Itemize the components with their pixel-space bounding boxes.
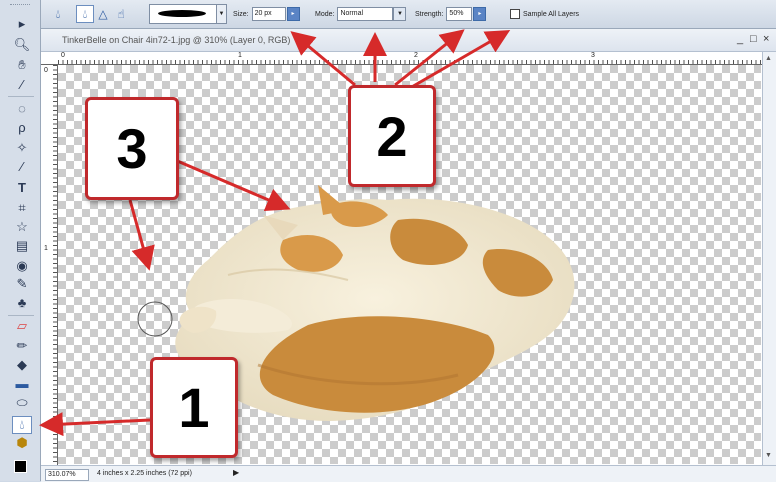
strength-label: Strength: — [415, 10, 444, 18]
type-tool-icon[interactable]: T — [13, 180, 31, 196]
sharpen-icon[interactable]: △ — [94, 5, 112, 23]
move-tool-icon[interactable]: ▸ — [13, 16, 31, 32]
document-title: TinkerBelle on Chair 4in72-1.jpg @ 310% … — [62, 35, 291, 45]
healing-brush-tool-icon[interactable]: ✎ — [13, 276, 31, 292]
zoom-field[interactable]: 310.07% — [45, 469, 89, 481]
scroll-down-icon[interactable]: ▼ — [765, 452, 772, 459]
lasso-tool-icon[interactable]: ρ — [13, 120, 31, 136]
red-eye-tool-icon[interactable]: ◉ — [13, 258, 31, 274]
paint-bucket-tool-icon[interactable]: ◆ — [13, 357, 31, 373]
toolbox: ▸ 🔍︎ ✋︎ ⁄ ◌ ρ ✧ ⁄ T ⌗ ☆ ▤ ◉ ✎ ♣ ▱ ✏︎ ◆ ▬… — [0, 0, 41, 481]
strength-input[interactable]: 50% — [446, 7, 473, 21]
foreground-color-swatch[interactable] — [14, 460, 27, 473]
document-titlebar[interactable]: TinkerBelle on Chair 4in72-1.jpg @ 310% … — [41, 29, 776, 52]
minimize-button[interactable]: _ — [737, 33, 743, 45]
ruler-number: 3 — [591, 52, 595, 59]
brush-cursor-icon — [137, 301, 173, 337]
size-input[interactable]: 20 px — [251, 7, 286, 21]
mode-dropdown-icon[interactable]: ▼ — [393, 7, 407, 21]
magic-wand-tool-icon[interactable]: ✧ — [13, 140, 31, 156]
sample-all-layers-label: Sample All Layers — [523, 10, 580, 18]
tool-preset-icon[interactable]: 💧︎ — [49, 0, 67, 28]
sponge-tool-icon[interactable]: ⬢ — [13, 435, 31, 451]
hand-tool-icon[interactable]: ✋︎ — [13, 57, 31, 73]
ruler-number: 0 — [44, 67, 48, 74]
info-menu-icon[interactable]: ▶ — [233, 468, 239, 477]
callout-3: 3 — [85, 97, 179, 200]
ruler-number: 1 — [44, 245, 48, 252]
zoom-tool-icon[interactable]: 🔍︎ — [13, 37, 31, 53]
scroll-up-icon[interactable]: ▲ — [765, 55, 772, 62]
sample-all-layers-control[interactable]: Sample All Layers — [510, 0, 579, 28]
size-slider-button[interactable]: ▸ — [286, 7, 300, 21]
blur-icon[interactable]: 💧︎ — [76, 5, 94, 23]
cookie-cutter-tool-icon[interactable]: ☆ — [13, 219, 31, 235]
callout-1: 1 — [150, 357, 238, 458]
blur-tool-icon[interactable]: 💧︎ — [12, 416, 32, 434]
document-info: 4 inches x 2.25 inches (72 ppi) — [97, 470, 192, 477]
status-bar: 310.07% 4 inches x 2.25 inches (72 ppi) … — [41, 465, 776, 482]
brush-preview[interactable] — [149, 4, 217, 24]
pencil-tool-icon[interactable]: ✏︎ — [13, 338, 31, 354]
gradient-tool-icon[interactable]: ▬ — [13, 376, 31, 392]
mode-select[interactable]: Normal — [337, 7, 394, 21]
sample-all-layers-checkbox[interactable] — [510, 9, 520, 19]
marquee-tool-icon[interactable]: ◌ — [13, 101, 31, 117]
close-button[interactable]: × — [763, 33, 769, 45]
vertical-ruler[interactable]: 0 1 — [41, 65, 58, 465]
brush-picker[interactable]: ▼ — [149, 0, 227, 28]
size-label: Size: — [233, 10, 249, 18]
ruler-corner[interactable] — [41, 52, 59, 65]
tool-variant-group: 💧︎ △ ☝︎ — [76, 0, 130, 28]
vertical-scrollbar[interactable]: ▲ ▼ — [762, 52, 776, 465]
clone-stamp-tool-icon[interactable]: ♣ — [13, 295, 31, 311]
brush-dropdown-icon[interactable]: ▼ — [217, 4, 227, 24]
mode-label: Mode: — [315, 10, 335, 18]
ruler-number: 1 — [238, 52, 242, 59]
toolbox-grip[interactable] — [10, 4, 30, 7]
ruler-number: 2 — [414, 52, 418, 59]
smudge-icon[interactable]: ☝︎ — [112, 5, 130, 23]
mode-control: Mode: Normal ▼ — [315, 0, 407, 28]
strength-control: Strength: 50% ▸ — [415, 0, 487, 28]
shape-tool-icon[interactable]: ⬭ — [13, 395, 31, 411]
strength-slider-button[interactable]: ▸ — [473, 7, 487, 21]
eraser-tool-icon[interactable]: ▱ — [13, 318, 31, 334]
toolbox-divider — [8, 96, 34, 97]
straighten-tool-icon[interactable]: ▤ — [13, 238, 31, 254]
crop-tool-icon[interactable]: ⌗ — [13, 200, 31, 216]
blur-icon[interactable]: 💧︎ — [49, 5, 67, 23]
size-control: Size: 20 px ▸ — [233, 0, 300, 28]
horizontal-ruler[interactable]: 0 1 2 3 — [58, 52, 762, 65]
selection-brush-tool-icon[interactable]: ⁄ — [13, 159, 31, 175]
eyedropper-tool-icon[interactable]: ⁄ — [13, 77, 31, 93]
ruler-number: 0 — [61, 52, 65, 59]
callout-2: 2 — [348, 85, 436, 187]
options-bar: 💧︎ 💧︎ △ ☝︎ ▼ Size: 20 px ▸ Mode: Normal … — [41, 0, 776, 29]
toolbox-divider — [8, 315, 34, 316]
restore-button[interactable]: □ — [750, 33, 757, 45]
